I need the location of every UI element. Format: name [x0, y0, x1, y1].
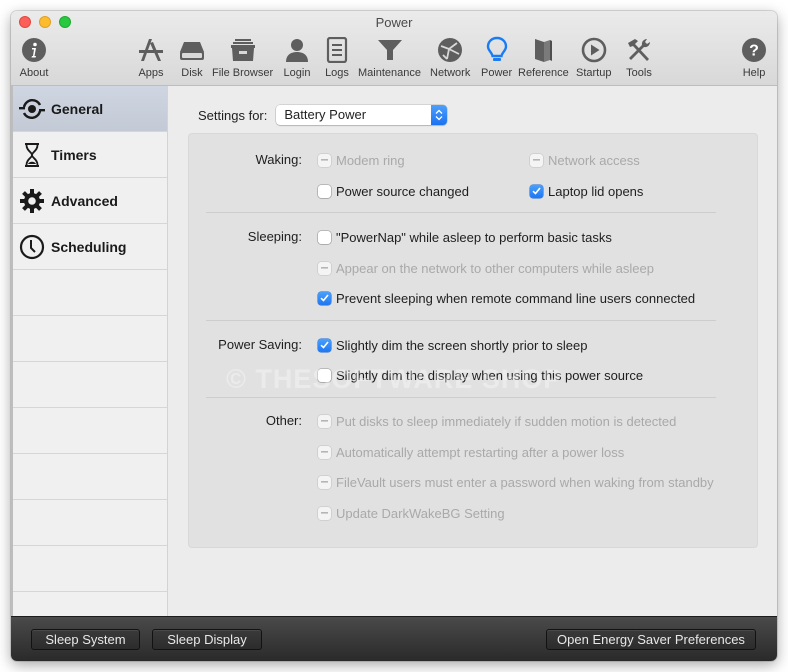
checkbox-mixed[interactable] [318, 261, 331, 275]
sidebar: General Timers Advanced Scheduling [11, 86, 168, 616]
apps-icon [136, 35, 166, 65]
checkbox-checked[interactable] [530, 184, 543, 198]
funnel-icon [375, 35, 405, 65]
hourglass-icon [19, 142, 45, 168]
toolbar-disk[interactable]: Disk [177, 35, 207, 83]
toolbar-tools[interactable]: Tools [624, 35, 654, 83]
option-powernap[interactable]: "PowerNap" while asleep to perform basic… [318, 228, 612, 246]
toolbar-reference[interactable]: Reference [518, 35, 569, 83]
sidebar-empty-row [13, 362, 167, 408]
sidebar-item-general[interactable]: General [13, 86, 167, 132]
checkbox-mixed[interactable] [318, 475, 331, 489]
bottom-action-bar: Sleep System Sleep Display Open Energy S… [11, 616, 777, 661]
section-divider [206, 212, 716, 213]
app-window: Power About Apps Disk File Browser Login… [11, 11, 777, 661]
settings-for-label: Settings for: [198, 107, 268, 123]
sleeping-label: Sleeping: [247, 229, 302, 244]
user-icon [282, 35, 312, 65]
disk-icon [177, 35, 207, 65]
other-label: Other: [265, 413, 302, 428]
power-saving-label: Power Saving: [218, 337, 302, 352]
sleep-system-button[interactable]: Sleep System [31, 629, 140, 650]
tools-icon [624, 35, 654, 65]
toolbar-file-browser[interactable]: File Browser [212, 35, 273, 83]
sidebar-item-scheduling[interactable]: Scheduling [13, 224, 167, 270]
general-settings-pane: Settings for: Battery Power Waking: Mode… [168, 86, 777, 616]
sidebar-item-timers[interactable]: Timers [13, 132, 167, 178]
svg-text:?: ? [749, 43, 759, 60]
checkbox-mixed[interactable] [318, 153, 331, 167]
option-darkwakebg[interactable]: Update DarkWakeBG Setting [318, 504, 505, 522]
play-icon [579, 35, 609, 65]
checkbox-checked[interactable] [318, 338, 331, 352]
sidebar-empty-row [13, 454, 167, 500]
power-options-box: Waking: Modem ring Network access Power … [188, 133, 758, 548]
waking-label: Waking: [255, 152, 302, 167]
sidebar-empty-row [13, 316, 167, 362]
file-cabinet-icon [228, 35, 258, 65]
section-divider [206, 320, 716, 321]
checkbox-mixed[interactable] [318, 414, 331, 428]
globe-icon [435, 35, 465, 65]
option-network-access[interactable]: Network access [530, 151, 640, 169]
toolbar-power[interactable]: Power [481, 35, 512, 83]
option-dim-screen-before-sleep[interactable]: Slightly dim the screen shortly prior to… [318, 336, 587, 354]
power-source-select[interactable]: Battery Power [276, 105, 448, 125]
sidebar-item-advanced[interactable]: Advanced [13, 178, 167, 224]
open-energy-saver-button[interactable]: Open Energy Saver Preferences [546, 629, 756, 650]
book-icon [528, 35, 558, 65]
clock-icon [19, 234, 45, 260]
option-modem-ring[interactable]: Modem ring [318, 151, 405, 169]
checkbox-mixed[interactable] [318, 445, 331, 459]
sleep-display-button[interactable]: Sleep Display [152, 629, 262, 650]
toolbar-network[interactable]: Network [430, 35, 470, 83]
help-icon: ? [739, 35, 769, 65]
settings-for-row: Settings for: Battery Power [198, 105, 448, 125]
option-power-source-changed[interactable]: Power source changed [318, 182, 469, 200]
section-divider [206, 397, 716, 398]
toolbar-logs[interactable]: Logs [322, 35, 352, 83]
lightbulb-icon [482, 35, 512, 65]
checkbox-mixed[interactable] [530, 153, 543, 167]
power-source-value: Battery Power [284, 107, 367, 122]
option-restart-after-power-loss[interactable]: Automatically attempt restarting after a… [318, 443, 624, 461]
window-title: Power [375, 15, 413, 30]
toolbar-about[interactable]: About [19, 35, 49, 83]
toolbar-apps[interactable]: Apps [136, 35, 166, 83]
document-icon [322, 35, 352, 65]
checkbox-mixed[interactable] [318, 506, 331, 520]
option-dim-display-power-source[interactable]: Slightly dim the display when using this… [318, 366, 643, 384]
checkbox-checked[interactable] [318, 291, 331, 305]
sidebar-empty-row [13, 408, 167, 454]
option-prevent-sleeping-remote[interactable]: Prevent sleeping when remote command lin… [318, 289, 695, 307]
checkbox-unchecked[interactable] [318, 184, 331, 198]
toolbar-login[interactable]: Login [282, 35, 312, 83]
toolbar-startup[interactable]: Startup [576, 35, 611, 83]
info-icon [19, 35, 49, 65]
toolbar: Power About Apps Disk File Browser Login… [11, 11, 777, 86]
sidebar-empty-row [13, 270, 167, 316]
option-sudden-motion[interactable]: Put disks to sleep immediately if sudden… [318, 412, 676, 430]
checkbox-unchecked[interactable] [318, 368, 331, 382]
option-laptop-lid-opens[interactable]: Laptop lid opens [530, 182, 643, 200]
toolbar-maintenance[interactable]: Maintenance [358, 35, 421, 83]
eye-sync-icon [19, 96, 45, 122]
checkbox-unchecked[interactable] [318, 230, 331, 244]
chevron-up-down-icon [431, 105, 448, 125]
sidebar-empty-row [13, 500, 167, 546]
option-appear-on-network[interactable]: Appear on the network to other computers… [318, 259, 654, 277]
option-filevault-password[interactable]: FileVault users must enter a password wh… [318, 473, 714, 491]
sidebar-empty-row [13, 546, 167, 592]
gear-icon [19, 188, 45, 214]
toolbar-help[interactable]: ? Help [739, 35, 769, 83]
